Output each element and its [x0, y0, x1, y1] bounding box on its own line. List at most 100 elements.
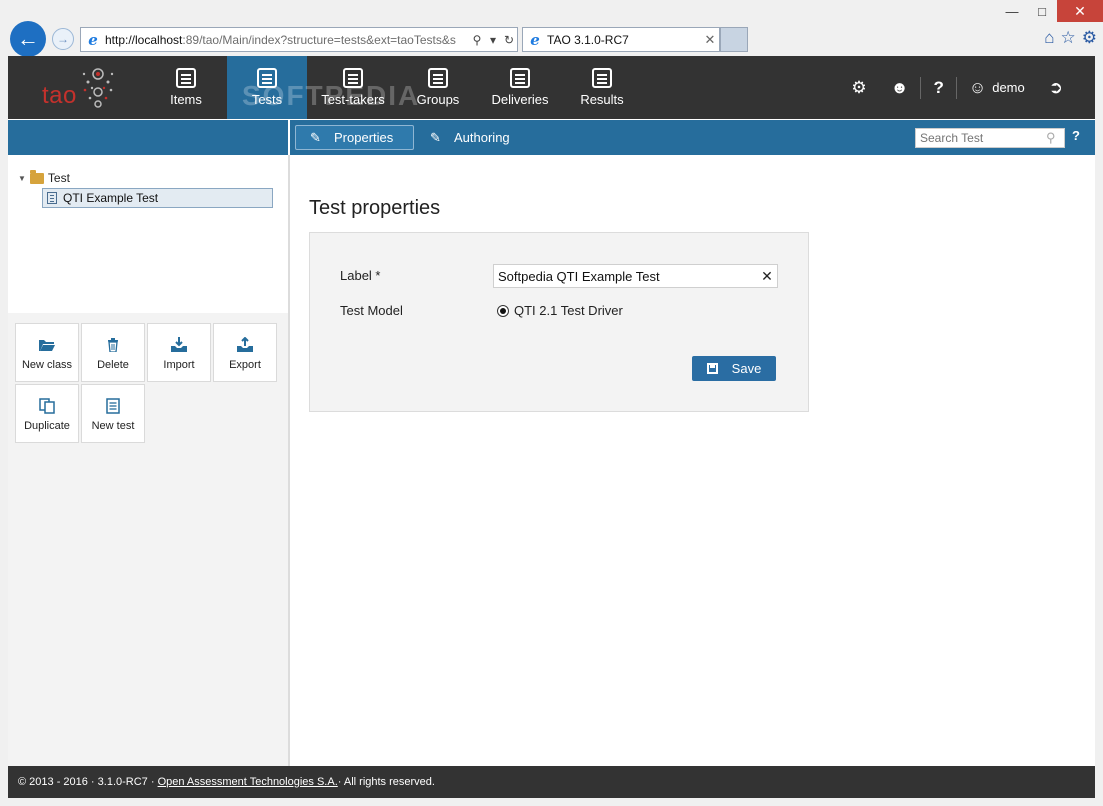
export-button[interactable]: Export — [213, 323, 277, 382]
ie-tab-icon: e — [530, 30, 540, 49]
refresh-icon[interactable]: ↻ — [501, 33, 517, 47]
duplicate-button[interactable]: Duplicate — [15, 384, 79, 443]
tree-root-node[interactable]: ▼ Test — [18, 169, 70, 185]
browser-tab[interactable]: e TAO 3.1.0-RC7 ✕ — [522, 27, 720, 52]
footer-copyright: © 2013 - 2016 · 3.1.0-RC7 · — [18, 776, 155, 788]
test-model-option-label: QTI 2.1 Test Driver — [514, 303, 623, 318]
forward-button[interactable]: → — [52, 28, 74, 50]
radio-selected-icon[interactable] — [497, 304, 509, 317]
tab-authoring[interactable]: ✎ Authoring — [416, 125, 524, 150]
window-controls: — □ ✕ — [997, 0, 1103, 22]
logo-dots-icon — [82, 68, 114, 108]
url-text[interactable]: http://localhost:89/tao/Main/index?struc… — [105, 33, 469, 47]
nav-test-takers[interactable]: Test-takers — [313, 56, 393, 119]
nav-results-label: Results — [580, 92, 624, 107]
close-window-icon[interactable]: ✕ — [1057, 0, 1103, 22]
back-button[interactable]: ← — [10, 21, 46, 57]
folder-open-icon — [38, 335, 56, 355]
resource-tree: ▼ Test QTI Example Test — [8, 155, 284, 313]
help-icon[interactable]: ? — [921, 78, 955, 98]
search-icon[interactable]: ⚲ — [469, 33, 485, 47]
trash-icon — [107, 335, 119, 355]
tests-icon — [257, 68, 277, 88]
nav-groups[interactable]: Groups — [408, 56, 468, 119]
new-tab-button[interactable] — [720, 27, 748, 52]
test-model-option[interactable]: QTI 2.1 Test Driver — [497, 303, 623, 318]
home-icon[interactable]: ⌂ — [1044, 28, 1054, 48]
new-test-icon — [106, 396, 120, 416]
logout-icon[interactable]: ➲ — [1037, 78, 1075, 98]
help-icon[interactable]: ? — [1072, 128, 1080, 143]
test-document-icon — [47, 192, 57, 204]
duplicate-label: Duplicate — [24, 419, 70, 432]
tab-properties[interactable]: ✎ Properties — [295, 125, 414, 150]
label-input[interactable] — [494, 266, 757, 286]
nav-items-label: Items — [170, 92, 202, 107]
window-border-right — [1095, 56, 1103, 798]
search-icon[interactable]: ⚲ — [1046, 130, 1064, 146]
tab-authoring-label: Authoring — [454, 130, 510, 145]
tao-logo[interactable]: tao — [38, 64, 118, 112]
save-button[interactable]: Save — [692, 356, 776, 381]
save-disk-icon — [706, 363, 718, 374]
settings-gear-icon[interactable]: ⚙ — [1082, 28, 1097, 48]
nav-test-takers-label: Test-takers — [321, 92, 385, 107]
nav-items[interactable]: Items — [156, 56, 216, 119]
nav-deliveries[interactable]: Deliveries — [485, 56, 555, 119]
items-icon — [176, 68, 196, 88]
footer: © 2013 - 2016 · 3.1.0-RC7 · Open Assessm… — [8, 766, 1095, 798]
import-button[interactable]: Import — [147, 323, 211, 382]
folder-icon — [29, 169, 44, 184]
tree-item-label: QTI Example Test — [63, 191, 159, 205]
dropdown-arrow-icon[interactable]: ▾ — [485, 33, 501, 47]
tab-properties-label: Properties — [334, 130, 394, 145]
delete-button[interactable]: Delete — [81, 323, 145, 382]
pencil-icon: ✎ — [310, 129, 321, 145]
page-title: Test properties — [309, 197, 441, 219]
window-border-left — [0, 56, 8, 798]
clear-icon[interactable]: ✕ — [757, 268, 777, 285]
save-label: Save — [731, 361, 762, 376]
settings-icon[interactable]: ⚙ — [839, 78, 878, 98]
search-input[interactable] — [916, 129, 1046, 147]
action-grid: New class Delete Import Export Duplicate — [15, 323, 277, 443]
test-takers-icon — [343, 68, 363, 88]
new-class-label: New class — [21, 358, 73, 371]
export-icon — [236, 335, 254, 355]
deliveries-icon — [510, 68, 530, 88]
new-test-button[interactable]: New test — [81, 384, 145, 443]
label-field[interactable]: ✕ — [493, 264, 778, 288]
user-menu[interactable]: ☺ demo — [957, 78, 1037, 98]
delete-label: Delete — [97, 358, 129, 371]
results-icon — [592, 68, 612, 88]
favorites-star-icon[interactable]: ☆ — [1061, 28, 1076, 48]
test-properties-form: Label * ✕ Test Model QTI 2.1 Test Driver… — [309, 232, 809, 412]
browser-chrome: — □ ✕ ← → e http://localhost:89/tao/Main… — [0, 0, 1103, 57]
nav-right-tools: ⚙ ☻ ? ☺ demo ➲ — [839, 56, 1075, 119]
minimize-icon[interactable]: — — [997, 0, 1027, 22]
groups-icon — [428, 68, 448, 88]
users-icon[interactable]: ☻ — [879, 78, 921, 98]
user-icon: ☺ — [968, 77, 987, 97]
nav-results[interactable]: Results — [572, 56, 632, 119]
import-label: Import — [163, 358, 195, 371]
browser-toolbar-icons: ⌂ ☆ ⚙ — [1044, 28, 1097, 48]
new-class-button[interactable]: New class — [15, 323, 79, 382]
nav-groups-label: Groups — [416, 92, 460, 107]
address-bar[interactable]: e http://localhost:89/tao/Main/index?str… — [80, 27, 518, 52]
tree-item-qti-example-test[interactable]: QTI Example Test — [42, 188, 273, 208]
user-name: demo — [992, 80, 1025, 95]
subbar-left — [8, 120, 288, 155]
search-test-box[interactable]: ⚲ — [915, 128, 1065, 148]
caret-down-icon[interactable]: ▼ — [18, 174, 26, 183]
footer-company-link[interactable]: Open Assessment Technologies S.A. — [158, 776, 338, 788]
tab-close-icon[interactable]: ✕ — [701, 32, 719, 48]
pencil-icon: ✎ — [430, 129, 441, 145]
test-model-label: Test Model — [340, 303, 403, 318]
import-icon — [170, 335, 188, 355]
nav-tests[interactable]: Tests — [227, 56, 307, 119]
nav-deliveries-label: Deliveries — [491, 92, 549, 107]
maximize-icon[interactable]: □ — [1027, 0, 1057, 22]
duplicate-icon — [39, 396, 55, 416]
export-label: Export — [229, 358, 261, 371]
